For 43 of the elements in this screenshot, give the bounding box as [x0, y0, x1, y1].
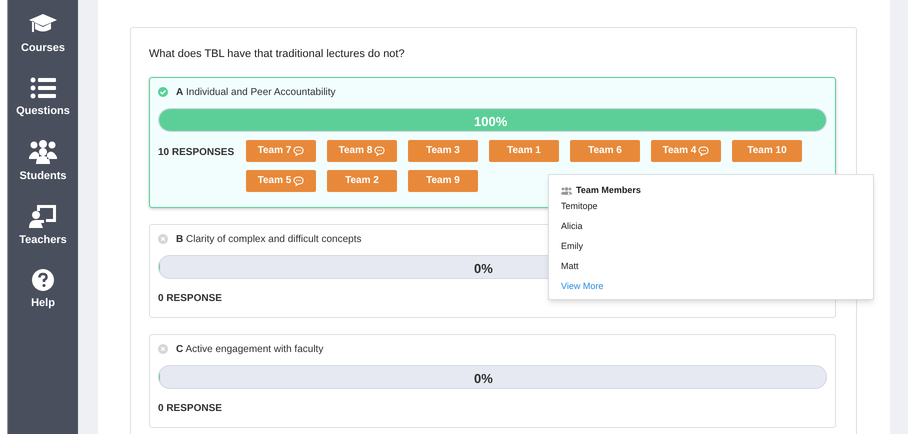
- people-icon: [29, 140, 57, 164]
- team-button[interactable]: Team 9: [408, 170, 478, 192]
- percent-label: 100%: [474, 112, 508, 130]
- speech-bubble-icon: [293, 146, 304, 156]
- popover-title: Team Members: [576, 184, 641, 197]
- option-text: C Active engagement with faculty: [176, 342, 324, 356]
- team-button[interactable]: Team 7: [246, 140, 316, 162]
- check-circle-icon: [158, 87, 168, 97]
- percent-label: 0%: [474, 370, 493, 388]
- option-text: B Clarity of complex and difficult concepts: [176, 232, 362, 246]
- team-button[interactable]: Team 1: [489, 140, 559, 162]
- member-name: Matt: [561, 260, 579, 272]
- team-button[interactable]: Team 2: [327, 170, 397, 192]
- speech-bubble-icon: [698, 146, 710, 156]
- sidebar-item[interactable]: Students: [19, 136, 67, 188]
- response-count: 10 RESPONSES: [158, 146, 236, 160]
- team-button[interactable]: Team 10: [732, 140, 802, 162]
- response-count: 0 RESPONSE: [158, 402, 222, 416]
- team-button[interactable]: Team 4: [651, 140, 721, 162]
- sidebar-item[interactable]: Courses: [20, 8, 66, 60]
- people-icon: [561, 186, 572, 195]
- question-text: What does TBL have that traditional lectures do not?: [149, 47, 405, 62]
- speech-bubble-icon: [374, 146, 386, 156]
- option-text: A Individual and Peer Accountability: [176, 86, 336, 100]
- team-button[interactable]: Team 6: [570, 140, 640, 162]
- cross-circle-icon: [158, 344, 168, 354]
- percent-label: 0%: [474, 260, 493, 278]
- list-icon: [30, 76, 56, 99]
- sidebar-item[interactable]: Teachers: [19, 200, 67, 252]
- teacher-board-icon: [29, 204, 57, 228]
- speech-bubble-icon: [293, 176, 304, 186]
- sidebar-item[interactable]: Help: [31, 264, 55, 316]
- team-button[interactable]: Team 3: [408, 140, 478, 162]
- member-name: Alicia: [561, 220, 583, 232]
- view-more-link[interactable]: View More: [561, 280, 604, 293]
- member-name: Emily: [561, 240, 583, 253]
- team-button[interactable]: Team 8: [327, 140, 397, 162]
- response-count: 0 RESPONSE: [158, 292, 222, 306]
- member-name: Temitope: [561, 200, 598, 213]
- team-button[interactable]: Team 5: [246, 170, 316, 192]
- help-icon: [32, 268, 54, 291]
- sidebar-item[interactable]: Questions: [16, 72, 70, 124]
- cross-circle-icon: [158, 234, 168, 244]
